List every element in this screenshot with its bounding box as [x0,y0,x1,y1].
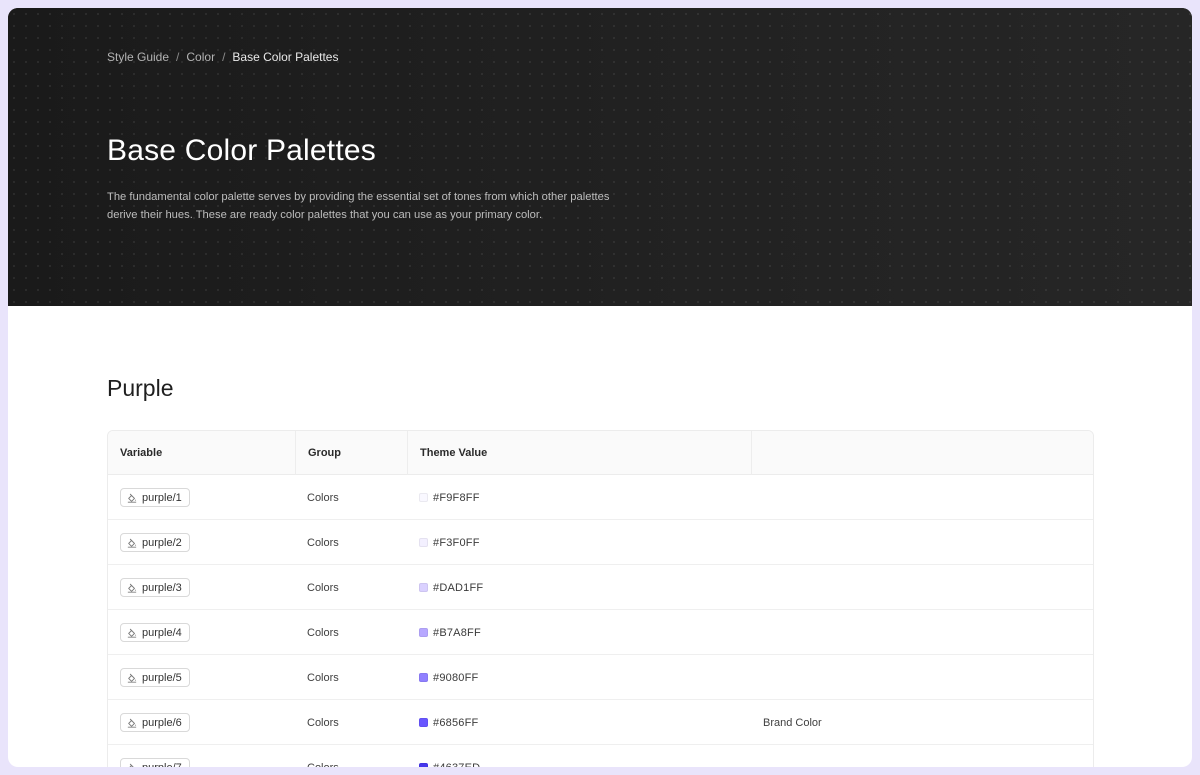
color-swatch [419,673,428,682]
variable-name: purple/1 [142,491,182,504]
breadcrumb-color[interactable]: Color [186,50,215,64]
theme-value-cell: #B7A8FF [419,610,481,655]
color-swatch [419,583,428,592]
paint-bucket-icon [127,628,137,638]
breadcrumb: Style Guide / Color / Base Color Palette… [107,50,338,64]
column-header-group: Group [295,431,407,475]
variable-tag[interactable]: purple/5 [120,668,190,687]
note-cell: Brand Color [763,716,822,729]
table-row: purple/6 Colors #6856FF Brand Color [108,700,1093,745]
color-swatch [419,763,428,767]
hex-value: #9080FF [433,671,479,684]
variable-cell: purple/1 [120,475,190,520]
breadcrumb-style-guide[interactable]: Style Guide [107,50,169,64]
paint-bucket-icon [127,583,137,593]
table-header: Variable Group Theme Value [108,431,1093,475]
variable-tag[interactable]: purple/2 [120,533,190,552]
palette-table: Variable Group Theme Value purple/1 Colo… [107,430,1094,767]
group-cell: Colors [307,745,339,768]
section-title: Purple [107,375,174,401]
theme-value-cell: #6856FF [419,700,478,745]
variable-tag[interactable]: purple/3 [120,578,190,597]
color-swatch [419,538,428,547]
column-header-theme-value: Theme Value [407,431,751,475]
breadcrumb-current: Base Color Palettes [232,50,339,64]
theme-value-cell: #F3F0FF [419,520,480,565]
page-description: The fundamental color palette serves by … [107,191,610,221]
paint-bucket-icon [128,763,135,767]
hero-banner: Style Guide / Color / Base Color Palette… [8,8,1192,306]
variable-name: purple/3 [142,581,182,594]
paint-bucket-icon [127,718,137,728]
color-swatch [419,718,428,727]
paint-bucket-icon [127,538,137,548]
table-row: purple/3 Colors #DAD1FF [108,565,1093,610]
variable-name: purple/2 [142,536,182,549]
page-title: Base Color Palettes [107,134,376,167]
variable-cell: purple/4 [120,610,190,655]
page-frame: Style Guide / Color / Base Color Palette… [8,8,1192,767]
variable-tag[interactable]: purple/1 [120,488,190,507]
group-cell: Colors [307,491,339,504]
hex-value: #6856FF [433,716,479,729]
column-header-note [751,431,1093,475]
variable-tag[interactable]: purple/4 [120,623,190,642]
group-cell: Colors [307,626,339,639]
group-cell: Colors [307,536,339,549]
hex-value: #F9F8FF [433,491,480,504]
breadcrumb-separator: / [222,50,226,64]
column-header-variable: Variable [120,447,163,459]
theme-value-cell: #9080FF [419,655,478,700]
variable-cell: purple/2 [120,520,190,565]
variable-tag[interactable]: purple/7 [120,758,190,767]
breadcrumb-separator: / [176,50,180,64]
color-swatch [419,493,428,502]
hex-value: #B7A8FF [433,626,481,639]
table-row: purple/2 Colors #F3F0FF [108,520,1093,565]
variable-cell: purple/3 [120,565,190,610]
theme-value-cell: #F9F8FF [419,475,480,520]
variable-cell: purple/7 [120,745,190,767]
group-cell: Colors [307,716,339,729]
paint-bucket-icon [127,493,137,503]
variable-cell: purple/5 [120,655,190,700]
hex-value: #DAD1FF [433,581,484,594]
color-swatch [419,628,428,637]
theme-value-cell: #DAD1FF [419,565,483,610]
variable-cell: purple/6 [120,700,190,745]
table-row: purple/5 Colors #9080FF [108,655,1093,700]
theme-value-cell: #4637ED [419,745,480,767]
table-row: purple/7 Colors #4637ED [108,745,1093,767]
group-cell: Colors [307,581,339,594]
variable-name: purple/4 [142,626,182,639]
group-cell: Colors [307,671,339,684]
hex-value: #F3F0FF [433,536,480,549]
variable-name: purple/7 [142,762,182,768]
table-row: purple/4 Colors #B7A8FF [108,610,1093,655]
variable-name: purple/6 [142,716,182,729]
variable-tag[interactable]: purple/6 [120,713,190,732]
table-row: purple/1 Colors #F9F8FF [108,475,1093,520]
table-body: purple/1 Colors #F9F8FF purple/2 Colors [108,475,1093,767]
hex-value: #4637ED [433,762,480,768]
variable-name: purple/5 [142,671,182,684]
paint-bucket-icon [127,673,137,683]
